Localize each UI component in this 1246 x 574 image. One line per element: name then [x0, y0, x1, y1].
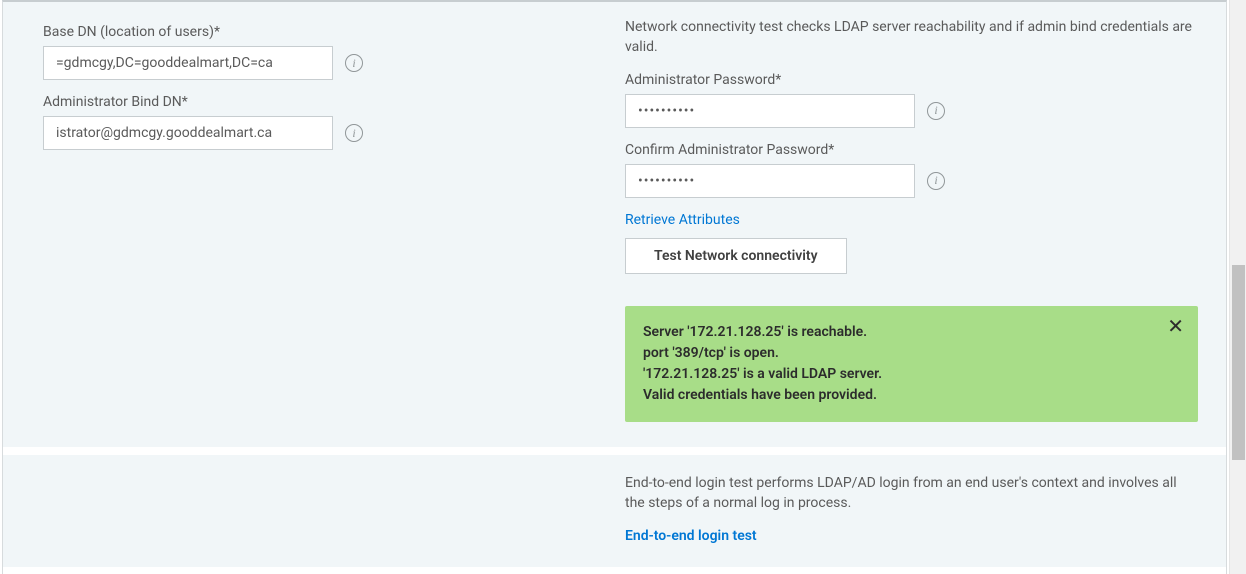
success-line: Valid credentials have been provided. — [643, 385, 1154, 406]
retrieve-attributes-link[interactable]: Retrieve Attributes — [625, 212, 740, 228]
scrollbar-thumb[interactable] — [1232, 265, 1245, 460]
info-icon[interactable]: i — [927, 172, 945, 190]
success-line: Server '172.21.128.25' is reachable. — [643, 322, 1154, 343]
success-line: port '389/tcp' is open. — [643, 343, 1154, 364]
info-icon[interactable]: i — [345, 54, 363, 72]
confirm-password-input[interactable] — [625, 164, 915, 198]
admin-password-input[interactable] — [625, 94, 915, 128]
connectivity-description: Network connectivity test checks LDAP se… — [625, 17, 1198, 58]
close-icon[interactable]: ✕ — [1167, 316, 1184, 336]
scrollbar-track[interactable] — [1229, 0, 1246, 574]
confirm-password-label: Confirm Administrator Password* — [625, 142, 1198, 158]
e2e-description: End-to-end login test performs LDAP/AD l… — [625, 473, 1198, 514]
info-icon[interactable]: i — [927, 102, 945, 120]
info-icon[interactable]: i — [345, 124, 363, 142]
admin-password-label: Administrator Password* — [625, 72, 1198, 88]
success-line: '172.21.128.25' is a valid LDAP server. — [643, 364, 1154, 385]
test-connectivity-button[interactable]: Test Network connectivity — [625, 238, 847, 274]
admin-bind-dn-input[interactable] — [43, 116, 333, 150]
admin-bind-dn-label: Administrator Bind DN* — [43, 94, 583, 110]
success-notification: ✕ Server '172.21.128.25' is reachable. p… — [625, 306, 1198, 422]
base-dn-input[interactable] — [43, 46, 333, 80]
base-dn-label: Base DN (location of users)* — [43, 24, 583, 40]
e2e-login-test-link[interactable]: End-to-end login test — [625, 528, 757, 544]
